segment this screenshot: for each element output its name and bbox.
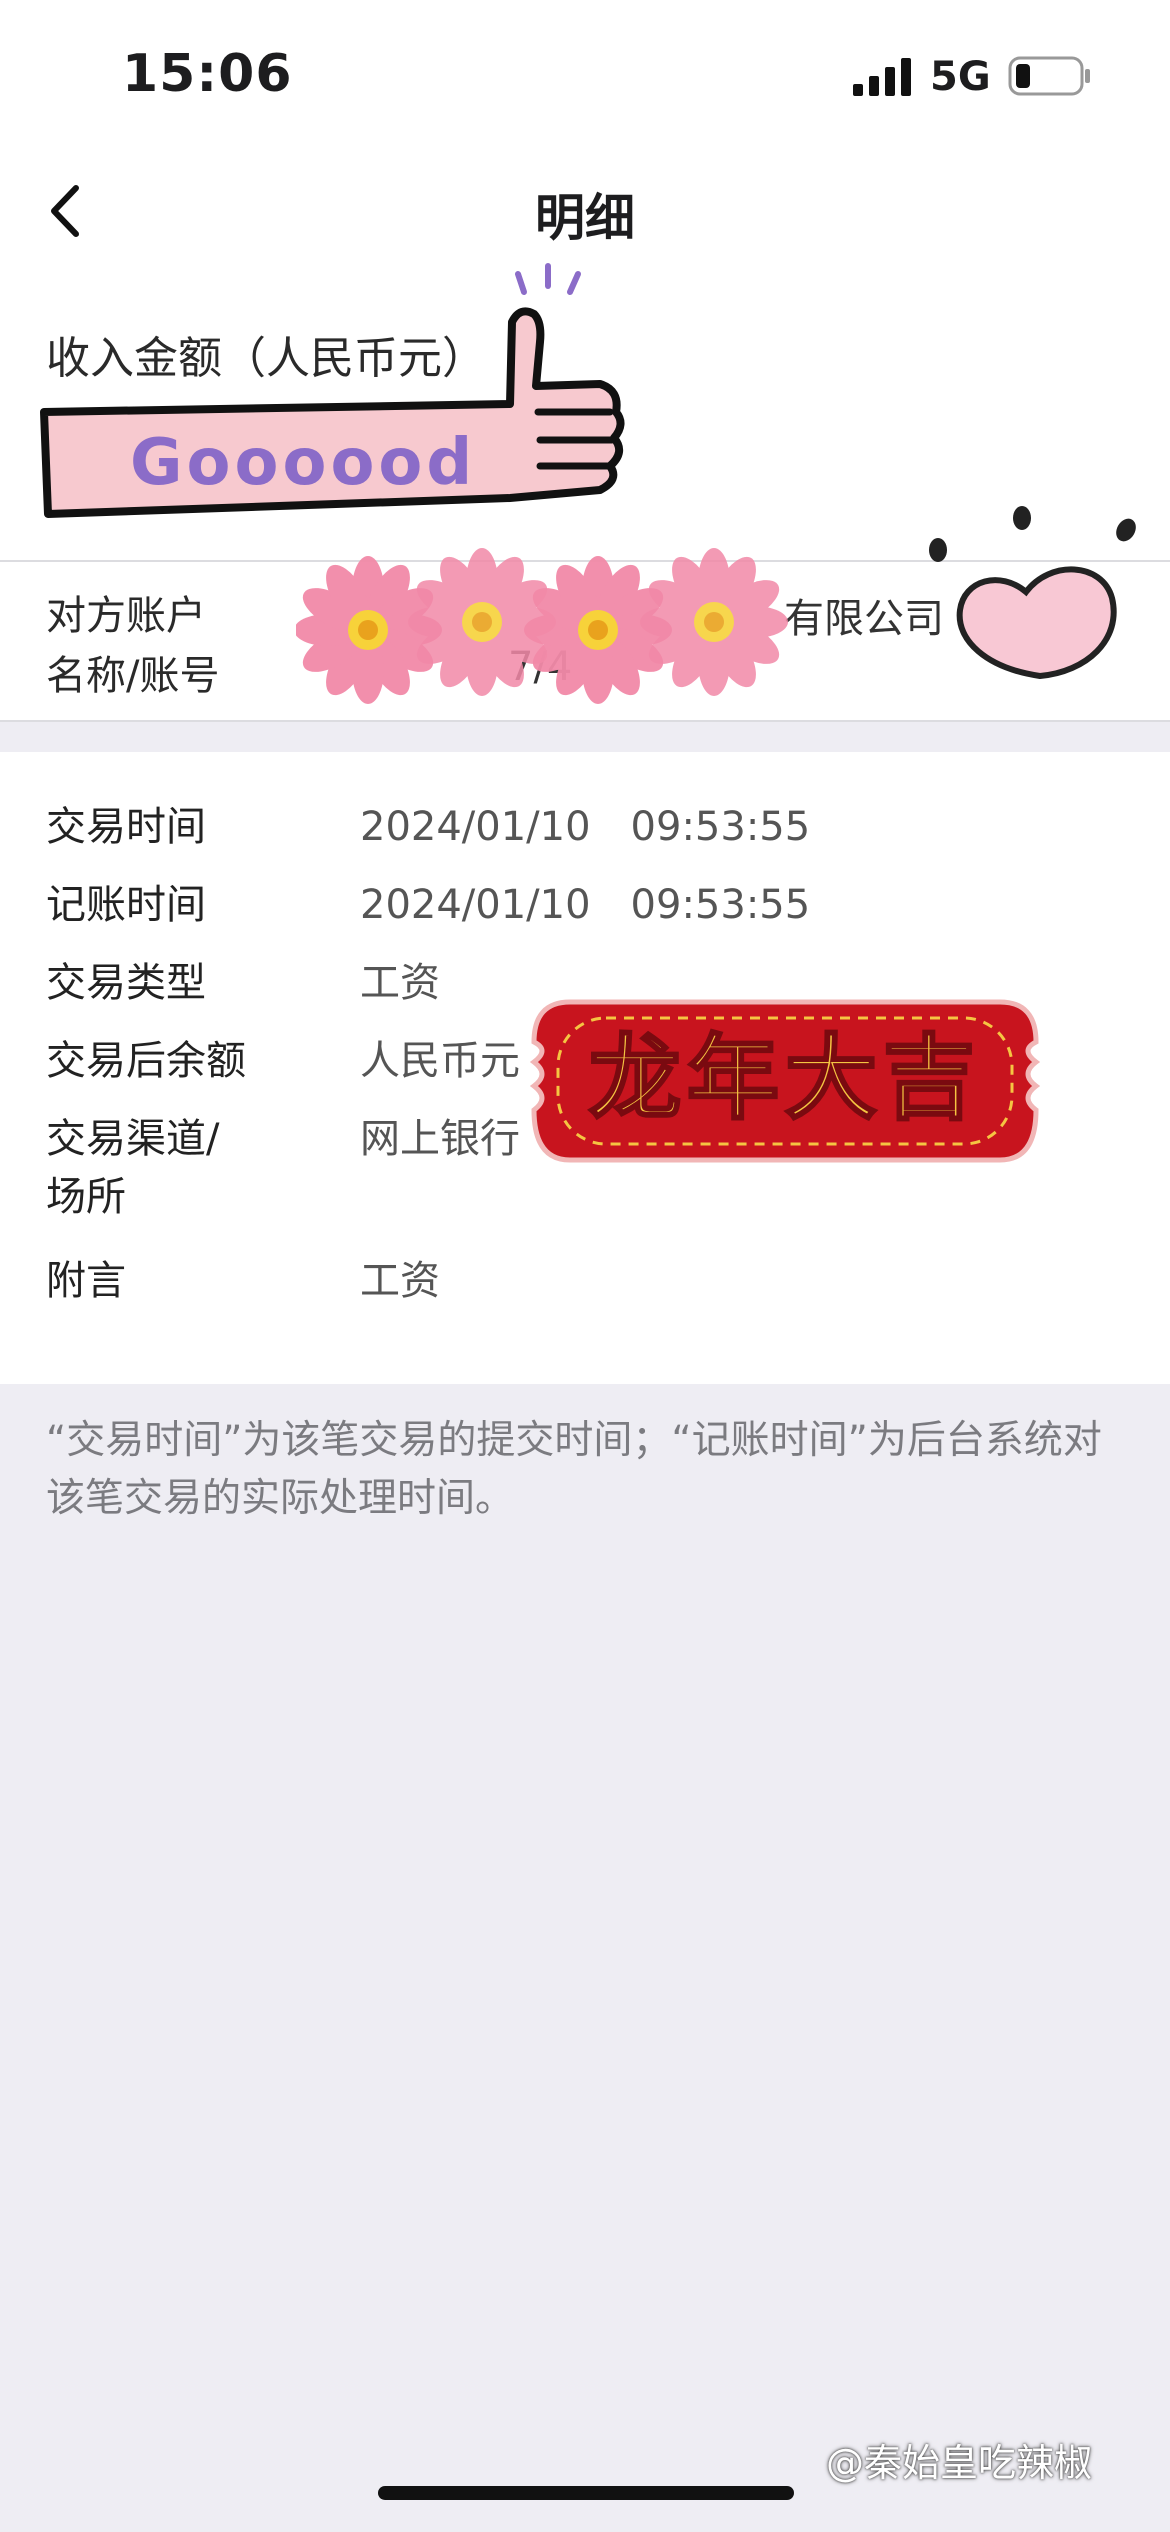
thumbs-sticker-text: Goooood xyxy=(130,426,476,500)
detail-value: 2024/01/10 09:53:55 xyxy=(360,804,811,850)
network-type: 5G xyxy=(930,54,991,100)
detail-value: 网上银行 xyxy=(360,1116,520,1162)
footnote: “交易时间”为该笔交易的提交时间；“记账时间”为后台系统对该笔交易的实际处理时间… xyxy=(46,1418,1102,1521)
status-time: 15:06 xyxy=(122,44,293,104)
detail-value: 工资 xyxy=(360,1258,440,1304)
signal-icon xyxy=(853,58,911,96)
thumbs-up-sticker-icon: Goooood xyxy=(40,263,625,518)
detail-value: 2024/01/10 09:53:55 xyxy=(360,882,811,928)
new-year-banner-icon: 龙年大吉 xyxy=(530,999,1040,1163)
detail-value: 工资 xyxy=(360,960,440,1006)
detail-label: 交易后余额 xyxy=(46,1038,246,1084)
detail-label: 附言 xyxy=(46,1258,126,1304)
heart-sticker-icon xyxy=(929,506,1136,680)
detail-label: 记账时间 xyxy=(46,882,206,928)
nav-bar: 明细 xyxy=(0,150,1170,270)
battery-icon xyxy=(1008,56,1090,96)
detail-label: 交易时间 xyxy=(46,804,206,850)
counterparty-label-line2: 名称/账号 xyxy=(46,653,220,699)
home-indicator[interactable] xyxy=(378,2486,794,2500)
flower-sticker-icon xyxy=(296,548,788,704)
page-title: 明细 xyxy=(535,189,635,247)
watermark: @秦始皇吃辣椒 xyxy=(826,2441,1093,2485)
detail-value: 人民币元 xyxy=(360,1038,520,1084)
counterparty-label: 对方账户 名称/账号 xyxy=(46,586,219,706)
status-bar: 15:06 5G xyxy=(0,0,1170,150)
detail-label: 交易类型 xyxy=(46,960,206,1006)
detail-label: 交易渠道/ 场所 xyxy=(46,1116,220,1220)
counterparty-label-line1: 对方账户 xyxy=(46,593,206,639)
banner-sticker-text: 龙年大吉 xyxy=(589,1025,981,1132)
